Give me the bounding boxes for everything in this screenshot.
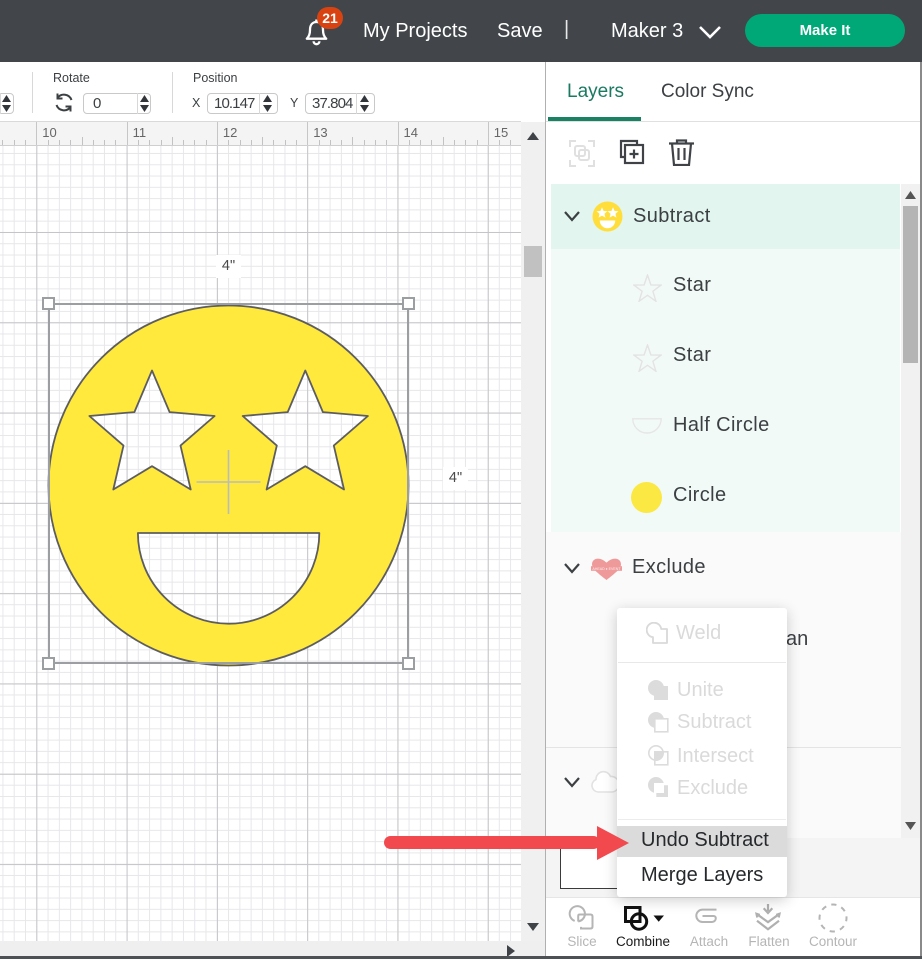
svg-text:AHEAD ♦ EVENT: AHEAD ♦ EVENT — [592, 567, 621, 571]
